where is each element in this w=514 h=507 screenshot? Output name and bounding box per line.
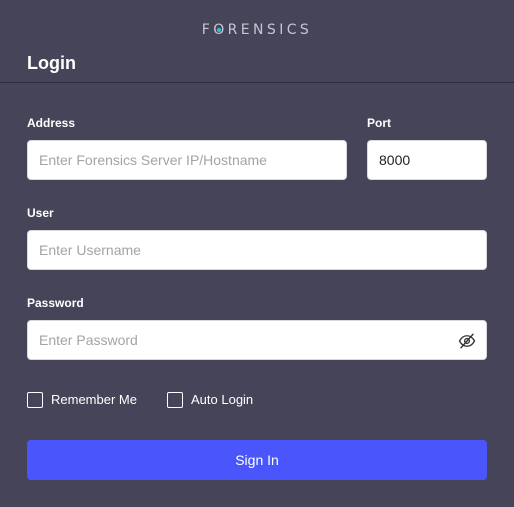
username-input[interactable] xyxy=(28,231,486,269)
user-field-wrapper xyxy=(27,230,487,270)
user-label: User xyxy=(27,206,54,220)
port-label: Port xyxy=(367,116,391,130)
brand-text-end: RENSICS xyxy=(227,22,313,38)
sign-in-button[interactable]: Sign In xyxy=(27,440,487,480)
auto-login-option[interactable]: Auto Login xyxy=(167,392,253,408)
address-input[interactable] xyxy=(28,141,346,179)
login-window: FORENSICS Login Address Port User Passwo… xyxy=(0,0,514,507)
port-input[interactable] xyxy=(368,141,486,179)
address-label: Address xyxy=(27,116,76,130)
eye-off-icon[interactable] xyxy=(458,332,476,350)
brand-logo-o: O xyxy=(213,21,227,39)
page-title: Login xyxy=(27,53,76,73)
remember-me-checkbox[interactable] xyxy=(27,392,43,408)
address-field-wrapper xyxy=(27,140,347,180)
brand-dot-icon xyxy=(216,28,221,32)
brand-logo: FORENSICS xyxy=(0,21,514,39)
brand-text-start: F xyxy=(201,22,214,38)
header-divider xyxy=(0,82,514,83)
password-field-wrapper xyxy=(27,320,487,360)
password-input[interactable] xyxy=(28,321,486,359)
port-field-wrapper xyxy=(367,140,487,180)
remember-me-option[interactable]: Remember Me xyxy=(27,392,137,408)
auto-login-checkbox[interactable] xyxy=(167,392,183,408)
remember-me-label: Remember Me xyxy=(51,392,137,407)
password-label: Password xyxy=(27,296,84,310)
auto-login-label: Auto Login xyxy=(191,392,254,407)
